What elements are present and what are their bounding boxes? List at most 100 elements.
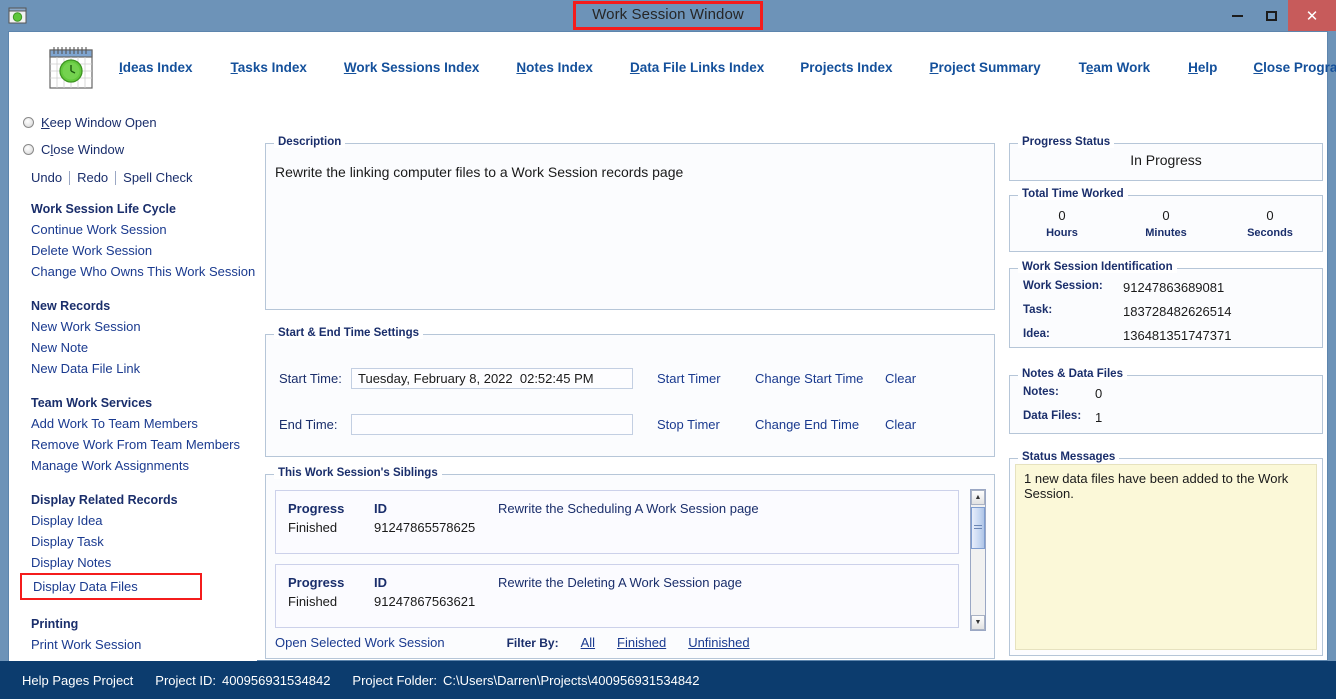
minimize-button[interactable] [1220, 0, 1254, 31]
maximize-button[interactable] [1254, 0, 1288, 31]
sidebar-item-print-work-session[interactable]: Print Work Session [9, 634, 257, 655]
sidebar-heading-display-related-records: Display Related Records [31, 493, 178, 507]
siblings-description-cell: Rewrite the Deleting A Work Session page [498, 573, 742, 592]
sidebar-item-add-work-to-team-members[interactable]: Add Work To Team Members [9, 413, 257, 434]
filter-option-all[interactable]: All [581, 635, 595, 650]
sidebar-item-display-task[interactable]: Display Task [9, 531, 257, 552]
status-bar: Help Pages Project Project ID: 400956931… [0, 661, 1336, 699]
scrollbar-track[interactable] [971, 505, 985, 615]
open-selected-work-session-button[interactable]: Open Selected Work Session [275, 635, 445, 650]
spell-check-link[interactable]: Spell Check [123, 170, 192, 185]
siblings-legend: This Work Session's Siblings [274, 467, 442, 479]
work-session-identification-group: Work Session Identification Work Session… [1009, 261, 1323, 348]
radio-icon [23, 144, 34, 155]
right-panel: Progress Status In Progress Total Time W… [1002, 103, 1329, 662]
sidebar-item-new-work-session[interactable]: New Work Session [9, 316, 257, 337]
undo-link[interactable]: Undo [31, 170, 62, 185]
menu-item-list: Ideas Index Tasks Index Work Sessions In… [119, 32, 1336, 103]
radio-icon [23, 117, 34, 128]
sidebar-item-display-notes[interactable]: Display Notes [9, 552, 257, 573]
scrollbar-thumb[interactable] [971, 507, 985, 549]
siblings-progress-value: Finished [288, 520, 338, 535]
sidebar-item-manage-work-assignments[interactable]: Manage Work Assignments [9, 455, 257, 476]
statusbar-project-folder-value: C:\Users\Darren\Projects\400956931534842 [442, 672, 700, 688]
time-settings-legend: Start & End Time Settings [274, 327, 424, 339]
data-files-count-value: 1 [1095, 410, 1103, 425]
statusbar-project-id-value: 400956931534842 [221, 672, 331, 688]
end-time-input[interactable] [351, 414, 633, 435]
close-button[interactable]: ✕ [1288, 0, 1336, 31]
notes-data-files-legend: Notes & Data Files [1018, 368, 1127, 380]
window-controls: ✕ [1220, 0, 1336, 31]
siblings-id-header: ID [374, 501, 387, 516]
menu-item-projects-index[interactable]: Projects Index [800, 60, 892, 75]
total-time-worked-cells: 0 Hours 0 Minutes 0 Seconds [1010, 207, 1322, 241]
calendar-clock-icon [8, 6, 27, 25]
filter-option-finished[interactable]: Finished [617, 635, 666, 650]
siblings-group: This Work Session's Siblings Progress Fi… [265, 467, 995, 659]
siblings-description-cell: Rewrite the Scheduling A Work Session pa… [498, 499, 759, 518]
identification-row-idea: Idea: 136481351747371 [1023, 328, 1231, 343]
sidebar-item-new-note[interactable]: New Note [9, 337, 257, 358]
menu-item-ideas-index[interactable]: Ideas Index [119, 60, 193, 75]
description-group: Description Rewrite the linking computer… [265, 136, 995, 310]
radio-close-window[interactable]: Close Window [9, 139, 257, 160]
siblings-progress-value: Finished [288, 594, 338, 609]
menu-item-notes-index[interactable]: Notes Index [516, 60, 593, 75]
change-start-time-button[interactable]: Change Start Time [755, 371, 885, 386]
clear-end-time-button[interactable]: Clear [885, 417, 935, 432]
sidebar-item-delete-work-session[interactable]: Delete Work Session [9, 240, 257, 261]
sidebar-heading-team-work-services: Team Work Services [31, 396, 153, 410]
menu-item-help[interactable]: Help [1188, 60, 1217, 75]
redo-link[interactable]: Redo [77, 170, 108, 185]
siblings-footer: Open Selected Work Session Filter By: Al… [275, 635, 750, 650]
status-messages-text: 1 new data files have been added to the … [1015, 464, 1317, 650]
clear-start-time-button[interactable]: Clear [885, 371, 935, 386]
table-row[interactable]: Progress Finished ID 91247865578625 Rewr… [275, 490, 959, 554]
start-timer-button[interactable]: Start Timer [657, 371, 755, 386]
siblings-progress-cell: Progress Finished [288, 499, 368, 538]
sidebar-item-change-owner[interactable]: Change Who Owns This Work Session [9, 261, 257, 282]
task-id-label: Task: [1023, 304, 1053, 316]
menu-item-project-summary[interactable]: Project Summary [930, 60, 1041, 75]
menu-item-work-sessions-index[interactable]: Work Sessions Index [344, 60, 480, 75]
time-settings-group: Start & End Time Settings Start Time: St… [265, 327, 995, 457]
start-time-input[interactable] [351, 368, 633, 389]
sidebar-item-display-data-files[interactable]: Display Data Files [20, 573, 202, 600]
sidebar-item-remove-work-from-team-members[interactable]: Remove Work From Team Members [9, 434, 257, 455]
seconds-cell: 0 Seconds [1218, 207, 1322, 241]
siblings-progress-cell: Progress Finished [288, 573, 368, 612]
identification-legend: Work Session Identification [1018, 261, 1177, 273]
siblings-id-value: 91247865578625 [374, 520, 476, 535]
change-end-time-button[interactable]: Change End Time [755, 417, 885, 432]
menu-item-tasks-index[interactable]: Tasks Index [231, 60, 307, 75]
filter-option-unfinished[interactable]: Unfinished [688, 635, 749, 650]
sidebar-item-new-data-file-link[interactable]: New Data File Link [9, 358, 257, 379]
status-badge: In Progress [1130, 152, 1202, 168]
sidebar-item-continue-work-session[interactable]: Continue Work Session [9, 219, 257, 240]
hours-label: Hours [1046, 227, 1078, 239]
menu-item-data-file-links-index[interactable]: Data File Links Index [630, 60, 764, 75]
table-row[interactable]: Progress Finished ID 91247867563621 Rewr… [275, 564, 959, 628]
task-id-value: 183728482626514 [1123, 304, 1232, 319]
menu-item-team-work[interactable]: Team Work [1079, 60, 1151, 75]
seconds-value: 0 [1266, 208, 1274, 223]
window-title: Work Session Window [573, 1, 763, 30]
stop-timer-button[interactable]: Stop Timer [657, 417, 755, 432]
description-text[interactable]: Rewrite the linking computer files to a … [275, 164, 683, 180]
siblings-progress-header: Progress [288, 575, 345, 590]
total-time-worked-legend: Total Time Worked [1018, 188, 1128, 200]
menu-item-close-program[interactable]: Close Program [1253, 60, 1336, 75]
data-files-count-label: Data Files: [1023, 410, 1082, 422]
sidebar-item-display-idea[interactable]: Display Idea [9, 510, 257, 531]
minutes-cell: 0 Minutes [1114, 207, 1218, 241]
caret-down-icon[interactable]: ▼ [971, 615, 985, 630]
radio-keep-window-open[interactable]: Keep Window Open [9, 112, 257, 133]
notes-count-row: Notes: 0 [1023, 386, 1102, 401]
siblings-scrollbar[interactable]: ▲ ▼ [970, 489, 986, 631]
caret-up-icon[interactable]: ▲ [971, 490, 985, 505]
statusbar-project-name: Help Pages Project [22, 672, 134, 688]
siblings-id-header: ID [374, 575, 387, 590]
hours-cell: 0 Hours [1010, 207, 1114, 241]
statusbar-project-id-label: Project ID: [155, 672, 216, 688]
